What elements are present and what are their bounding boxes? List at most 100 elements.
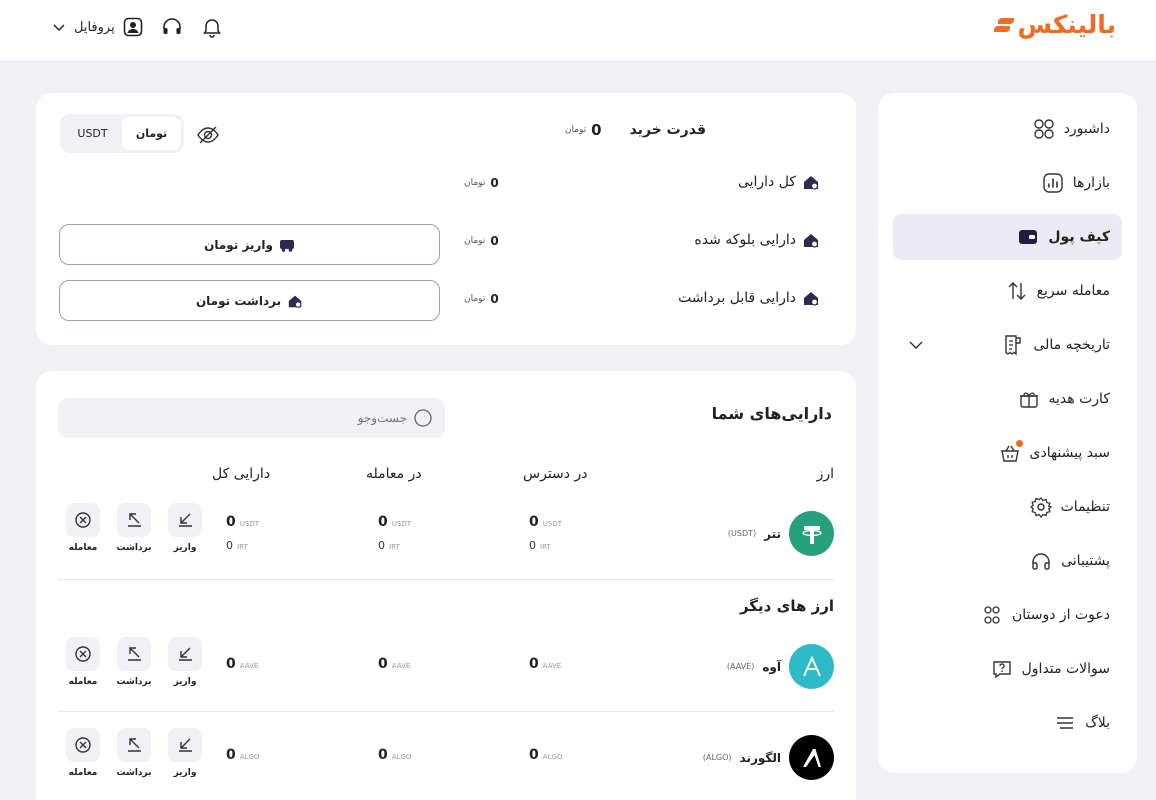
row-divider (58, 579, 834, 580)
aave-in-trade: 0 AAVE (378, 656, 410, 672)
sidebar-item-suggested-basket[interactable]: سبد پیشنهادی (893, 430, 1122, 476)
trade-label: معامله (68, 677, 98, 687)
sidebar-item-markets[interactable]: بازارها (893, 160, 1122, 206)
algo-withdraw-button[interactable]: برداشت (116, 728, 152, 778)
buying-power-value: 0 (591, 121, 602, 139)
usdt-in-trade-irt: 0 IRT (378, 539, 400, 552)
markets-chart-icon (1041, 171, 1065, 195)
gift-icon (1017, 387, 1041, 411)
usdt-in-trade: 0 USDT (378, 514, 411, 530)
arrow-up-left-icon (128, 738, 141, 752)
unit: AAVE (542, 662, 562, 670)
blocked-assets-label-wrap: دارایی بلوکه شده (694, 231, 820, 249)
sidebar-item-faq[interactable]: سوالات متداول (893, 646, 1122, 692)
invite-users-icon (980, 603, 1004, 627)
column-header-currency: ارز (816, 466, 834, 482)
blocked-assets-value-wrap: 0 تومان (464, 234, 499, 248)
asset-name: تتر (764, 526, 781, 541)
chevron-down-icon (53, 24, 65, 32)
value: 0 (529, 656, 539, 672)
toggle-usdt[interactable]: USDT (63, 117, 122, 150)
withdraw-label: برداشت (116, 543, 152, 553)
sidebar-item-blog[interactable]: بلاگ (893, 700, 1122, 746)
withdraw-house-icon (288, 295, 302, 308)
asset-code: (USDT) (727, 529, 757, 538)
aave-trade-button[interactable]: معامله (65, 637, 101, 687)
sidebar-item-dashboard[interactable]: داشبورد (893, 106, 1122, 152)
deposit-toman-button[interactable]: واریز تومان (59, 224, 440, 265)
asset-code: (AAVE) (726, 662, 755, 671)
assets-card: دارایی‌های شما ارز در دسترس در معامله دا… (36, 371, 856, 800)
sidebar-item-financial-history[interactable]: تاریخچه مالی (893, 322, 1122, 368)
sidebar-item-label: کارت هدیه (1048, 391, 1110, 407)
usdt-available: 0 USDT (529, 514, 562, 530)
currency-toggle[interactable]: تومان USDT (60, 114, 184, 153)
notification-bell-icon[interactable] (201, 16, 223, 38)
chevron-down-icon[interactable] (907, 336, 925, 354)
arrow-down-left-icon (179, 738, 192, 752)
unit: IRT (389, 543, 400, 551)
assets-title: دارایی‌های شما (711, 404, 832, 423)
asset-row-algo[interactable]: الگورند (ALGO) (703, 735, 834, 780)
sidebar-item-gift-card[interactable]: کارت هدیه (893, 376, 1122, 422)
usdt-deposit-button[interactable]: واریز (167, 503, 203, 553)
tether-logo-icon (789, 511, 834, 556)
sidebar-item-label: پشتیبانی (1061, 553, 1110, 569)
blocked-assets-label: دارایی بلوکه شده (694, 232, 796, 248)
top-header: بالینکس پروفایل (0, 0, 1156, 62)
hide-balance-eye-off-icon[interactable] (196, 123, 220, 147)
asset-row-aave[interactable]: آوه (AAVE) (727, 644, 834, 689)
asset-row-usdt[interactable]: تتر (USDT) (728, 511, 834, 556)
profile-menu[interactable]: پروفایل (52, 17, 143, 37)
sidebar-item-wallet[interactable]: کیف پول (893, 214, 1122, 260)
faq-bubble-icon (990, 657, 1014, 681)
toggle-toman[interactable]: تومان (122, 117, 181, 150)
unit: AAVE (239, 662, 259, 670)
search-icon (414, 409, 432, 427)
aave-withdraw-button[interactable]: برداشت (116, 637, 152, 687)
buying-power-value-wrap: 0 تومان (565, 121, 602, 139)
usdt-trade-button[interactable]: معامله (65, 503, 101, 553)
unit: ALGO (391, 753, 412, 761)
wallet-icon (1016, 225, 1040, 249)
usdt-withdraw-button[interactable]: برداشت (116, 503, 152, 553)
sidebar-item-support[interactable]: پشتیبانی (893, 538, 1122, 584)
aave-deposit-button[interactable]: واریز (167, 637, 203, 687)
value: 0 (529, 514, 539, 530)
sidebar-item-label: سبد پیشنهادی (1029, 445, 1111, 461)
arrow-up-left-icon (128, 513, 141, 527)
asset-name: آوه (762, 659, 781, 674)
withdraw-label: برداشت (116, 768, 152, 778)
withdraw-toman-button[interactable]: برداشت تومان (59, 280, 440, 321)
profile-label: پروفایل (74, 19, 115, 35)
search-box[interactable] (58, 398, 445, 438)
deposit-toman-label: واریز تومان (204, 237, 273, 252)
unit: USDT (239, 520, 259, 528)
sidebar-item-quick-trade[interactable]: معامله سریع (893, 268, 1122, 314)
total-assets-label-wrap: کل دارایی (738, 173, 820, 191)
sidebar-item-invite-friends[interactable]: دعوت از دوستان (893, 592, 1122, 638)
arrow-down-left-icon (179, 647, 192, 661)
brand-logo[interactable]: بالینکس (992, 10, 1116, 39)
asset-house-icon (804, 234, 819, 248)
sidebar-item-label: بازارها (1072, 175, 1110, 191)
column-header-available: در دسترس (523, 466, 588, 482)
asset-house-icon (804, 176, 819, 190)
usdt-total-irt: 0 IRT (226, 539, 248, 552)
currency-unit: تومان (564, 125, 587, 135)
sidebar-item-label: تاریخچه مالی (1033, 337, 1110, 353)
user-avatar-icon (123, 17, 143, 37)
search-input[interactable] (87, 411, 407, 425)
value: 0 (226, 747, 236, 763)
basket-icon (998, 440, 1023, 465)
unit: USDT (542, 520, 562, 528)
sidebar-item-label: معامله سریع (1036, 283, 1110, 299)
support-headset-icon[interactable] (161, 16, 183, 38)
trade-circle-icon (75, 737, 91, 753)
trade-circle-icon (75, 512, 91, 528)
algo-deposit-button[interactable]: واریز (167, 728, 203, 778)
algo-trade-button[interactable]: معامله (65, 728, 101, 778)
brand-logo-text: بالینکس (1017, 10, 1116, 39)
sidebar-item-settings[interactable]: تنظیمات (893, 484, 1122, 530)
aave-available: 0 AAVE (529, 656, 561, 672)
